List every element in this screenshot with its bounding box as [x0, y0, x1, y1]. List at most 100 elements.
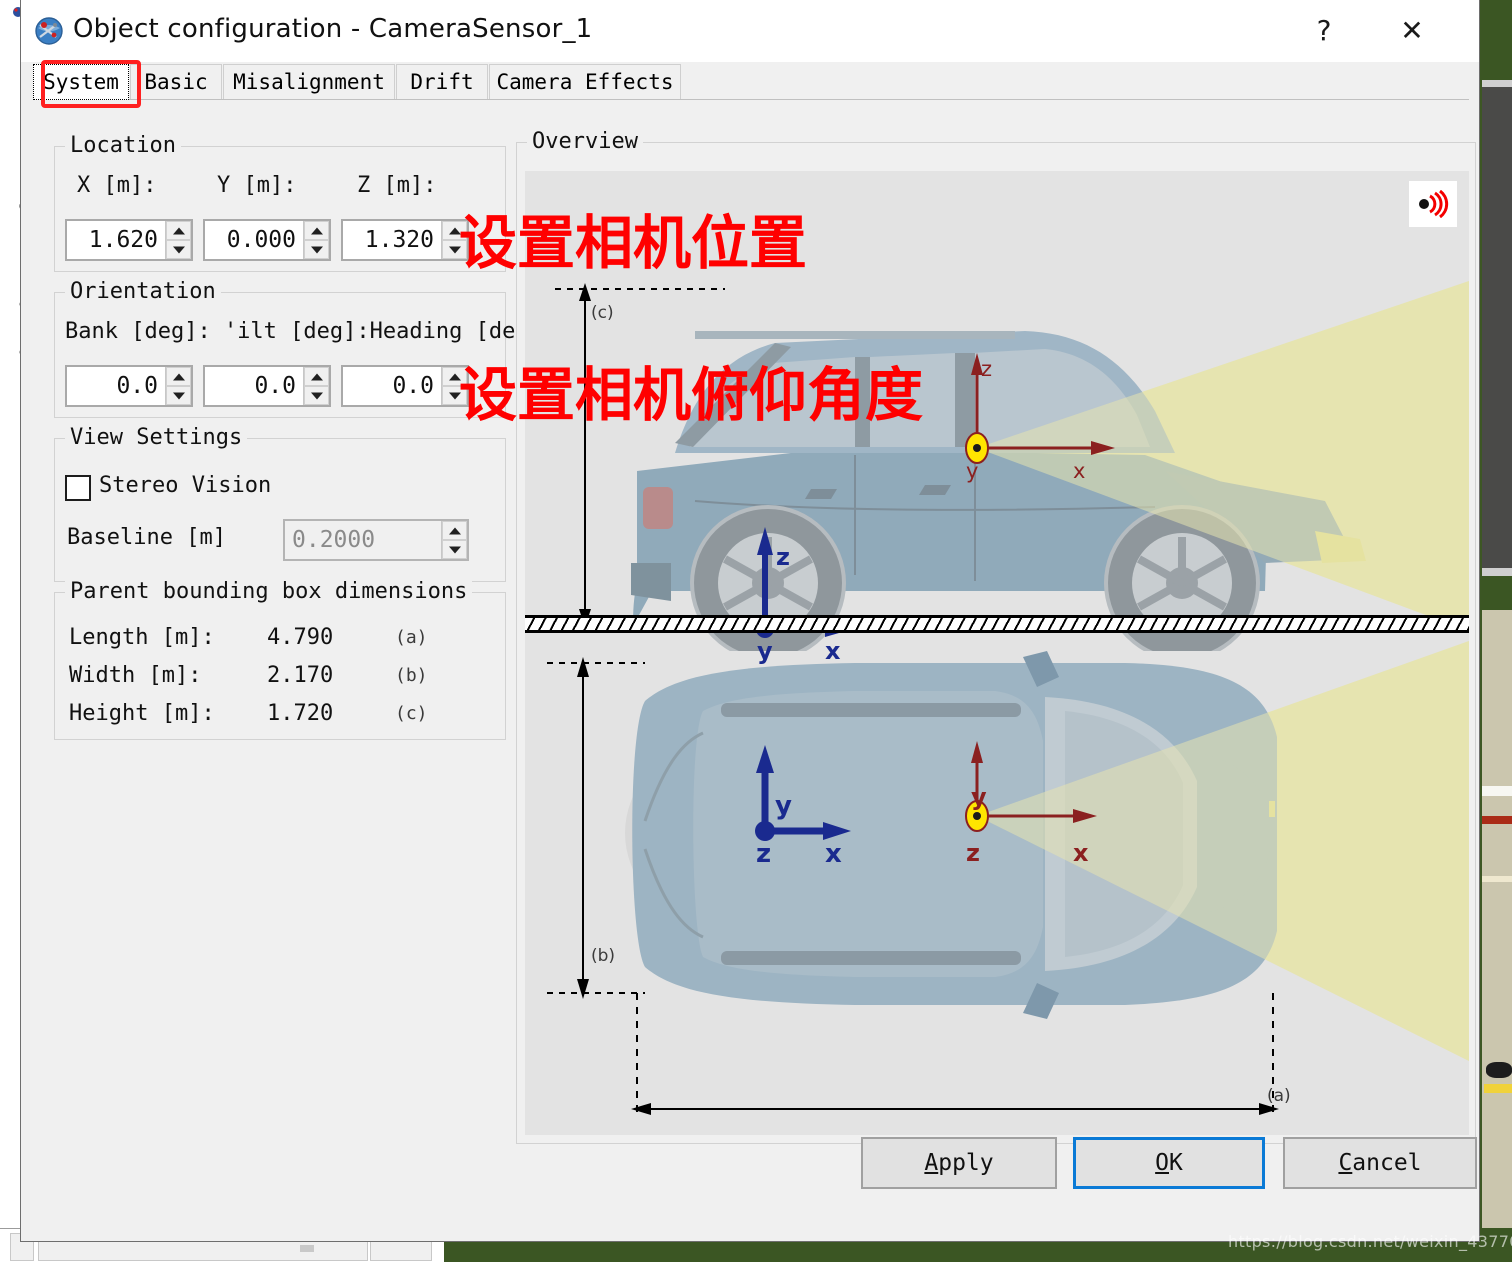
baseline-input[interactable]: 0.2000	[283, 519, 469, 561]
orientation-bank-up[interactable]	[166, 367, 191, 386]
location-x-label: X [m]:	[77, 173, 156, 198]
orientation-tilt-value: 0.0	[205, 367, 303, 405]
location-group: Location X [m]: Y [m]: Z [m]: 1.620 0.00…	[54, 146, 506, 272]
baseline-stepper[interactable]	[441, 521, 467, 559]
bbox-height-value: 1.720	[267, 701, 333, 726]
side-view-height-ref: (c)	[591, 303, 614, 323]
baseline-down[interactable]	[442, 540, 467, 559]
view-settings-group: View Settings Stereo Vision Baseline [m]…	[54, 438, 506, 582]
bbox-length-value: 4.790	[267, 625, 333, 650]
location-legend: Location	[65, 133, 181, 158]
bbox-height-label: Height [m]:	[69, 701, 215, 726]
top-view-width-ref: (b)	[591, 946, 615, 966]
top-view-origin-z-label: z	[756, 839, 771, 869]
side-view-origin-z-label: z	[776, 543, 790, 571]
annotation-set-camera-position: 设置相机位置	[459, 196, 807, 280]
location-x-up[interactable]	[166, 221, 191, 240]
orientation-labels-line: Bank [deg]: 'ilt [deg]:Heading [deg]:	[65, 319, 555, 344]
tab-camera-effects[interactable]: Camera Effects	[489, 64, 681, 99]
annotation-tab-highlight-box	[41, 60, 141, 108]
bbox-width-value: 2.170	[267, 663, 333, 688]
side-view-sensor-z-label: z	[981, 357, 992, 381]
orientation-bank-down[interactable]	[166, 386, 191, 405]
sensor-globe-icon	[34, 16, 64, 46]
bbox-length-label: Length [m]:	[69, 625, 215, 650]
scene-sand	[1482, 610, 1512, 1228]
apply-button[interactable]: Apply	[861, 1137, 1057, 1189]
location-y-stepper[interactable]	[303, 221, 329, 259]
baseline-value: 0.2000	[285, 521, 441, 559]
orientation-tilt-up[interactable]	[304, 367, 329, 386]
location-y-value: 0.000	[205, 221, 303, 259]
scene-marking-white	[1482, 786, 1512, 796]
orientation-bank-stepper[interactable]	[165, 367, 191, 405]
location-x-value: 1.620	[67, 221, 165, 259]
dialog-button-bar: Apply OK Cancel	[21, 1123, 1479, 1219]
location-z-label: Z [m]:	[357, 173, 436, 198]
scene-road-edge-top	[1482, 80, 1512, 87]
baseline-label: Baseline [m]	[67, 525, 226, 550]
location-y-down[interactable]	[304, 240, 329, 259]
top-view-sensor-x-label: x	[1073, 839, 1088, 867]
orientation-bank-input[interactable]: 0.0	[65, 365, 193, 407]
overview-legend: Overview	[527, 129, 643, 154]
location-x-stepper[interactable]	[165, 221, 191, 259]
annotation-set-camera-pitch: 设置相机俯仰角度	[459, 348, 923, 432]
cancel-button[interactable]: Cancel	[1283, 1137, 1477, 1189]
scene-marking-red	[1482, 816, 1512, 824]
top-view-length-ref: (a)	[1267, 1086, 1291, 1106]
cancel-button-mnemonic: C	[1338, 1150, 1352, 1176]
close-button[interactable]: ✕	[1381, 0, 1443, 60]
orientation-legend: Orientation	[65, 279, 221, 304]
location-z-value: 1.320	[343, 221, 441, 259]
top-view-origin-y-label: y	[775, 791, 792, 821]
bbox-height-ref: (c)	[395, 703, 428, 724]
tab-drift[interactable]: Drift	[396, 64, 488, 99]
location-y-label: Y [m]:	[217, 173, 296, 198]
orientation-tilt-down[interactable]	[304, 386, 329, 405]
scene-object-yellow	[1484, 1084, 1512, 1093]
orientation-tilt-stepper[interactable]	[303, 367, 329, 405]
location-x-input[interactable]: 1.620	[65, 219, 193, 261]
orientation-heading-value: 0.0	[343, 367, 441, 405]
top-view-sensor-y-label: y	[971, 783, 987, 811]
help-button[interactable]: ?	[1293, 0, 1355, 60]
location-z-input[interactable]: 1.320	[341, 219, 469, 261]
scene-marking-cream	[1482, 876, 1512, 882]
apply-button-mnemonic: A	[924, 1150, 938, 1176]
ok-button[interactable]: OK	[1073, 1137, 1265, 1189]
bbox-width-label: Width [m]:	[69, 663, 201, 688]
orientation-heading-input[interactable]: 0.0	[341, 365, 469, 407]
scene-object-dark	[1486, 1062, 1512, 1078]
location-x-down[interactable]	[166, 240, 191, 259]
apply-button-rest: pply	[938, 1150, 993, 1176]
top-view-sensor-z-label: z	[966, 839, 980, 867]
bbox-width-ref: (b)	[395, 665, 428, 686]
cancel-button-rest: ancel	[1352, 1150, 1421, 1176]
sensor-indicator[interactable]	[1409, 181, 1457, 227]
baseline-up[interactable]	[442, 521, 467, 540]
side-view-taillight	[643, 487, 673, 529]
scene-road-edge-bottom	[1482, 568, 1512, 576]
bg-strip-dots	[300, 1245, 314, 1252]
tab-basic[interactable]: Basic	[130, 64, 222, 99]
stereo-vision-checkbox[interactable]	[65, 475, 91, 501]
scene-road	[1482, 86, 1512, 576]
side-view-sensor-y-label: y	[966, 459, 978, 483]
overview-group: Overview	[516, 142, 1476, 1144]
orientation-tilt-input[interactable]: 0.0	[203, 365, 331, 407]
tab-misalignment[interactable]: Misalignment	[223, 64, 395, 99]
dialog-title: Object configuration - CameraSensor_1	[73, 14, 592, 44]
ok-button-rest: K	[1169, 1150, 1183, 1176]
side-view-sensor-x-label: x	[1073, 459, 1085, 483]
overview-canvas[interactable]: (c) z y x z y x	[525, 171, 1469, 1135]
tab-bar: System Basic Misalignment Drift Camera E…	[33, 64, 1469, 100]
location-y-input[interactable]: 0.000	[203, 219, 331, 261]
stereo-vision-label: Stereo Vision	[99, 473, 271, 498]
location-y-up[interactable]	[304, 221, 329, 240]
watermark: https://blog.csdn.net/weixin_437700	[1228, 1232, 1512, 1251]
view-settings-legend: View Settings	[65, 425, 247, 450]
bounding-box-legend: Parent bounding box dimensions	[65, 579, 472, 604]
ground-line	[525, 615, 1469, 633]
bounding-box-group: Parent bounding box dimensions Length [m…	[54, 592, 506, 740]
